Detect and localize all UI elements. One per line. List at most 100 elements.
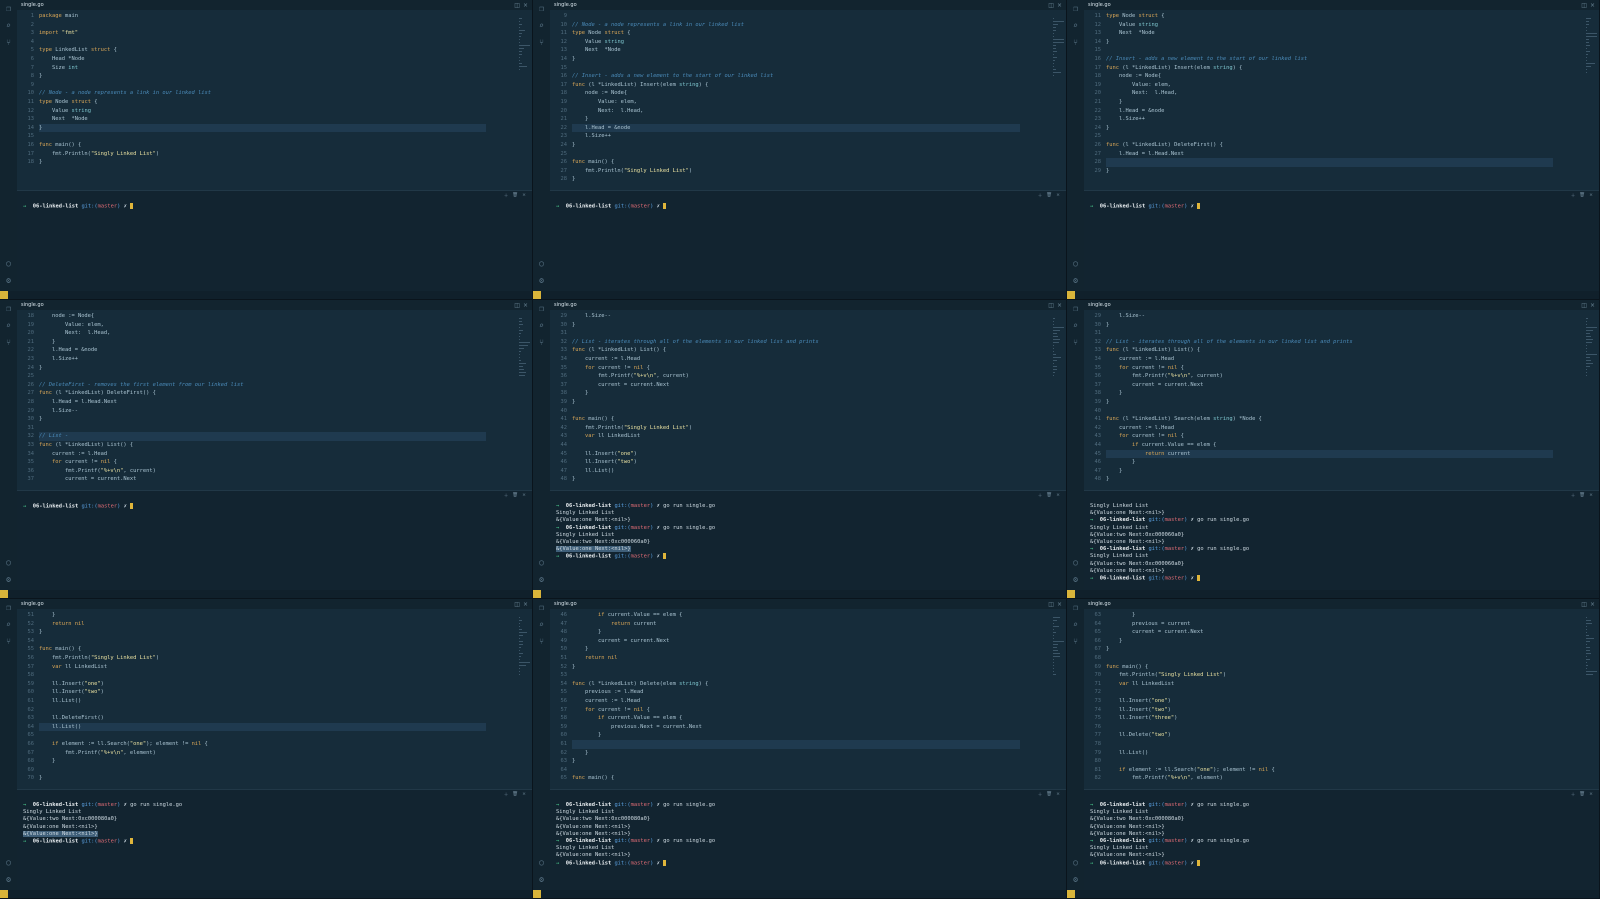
code-line[interactable]: // List - <box>39 432 486 441</box>
gear-icon[interactable]: ⚙ <box>539 276 544 285</box>
code-line[interactable]: var ll LinkedList <box>572 432 1050 441</box>
close-icon[interactable]: × <box>1057 2 1062 9</box>
split-icon[interactable]: ◫ <box>1048 601 1054 608</box>
code-line[interactable]: l.Head = l.Head.Next <box>39 398 516 407</box>
split-icon[interactable]: ◫ <box>1581 601 1587 608</box>
code-line[interactable]: return nil <box>572 654 1050 663</box>
remote-icon[interactable] <box>0 590 8 598</box>
code-line[interactable]: if element := ll.Search("one"); element … <box>39 740 516 749</box>
code-line[interactable]: func main() { <box>39 645 516 654</box>
code-editor[interactable]: 29 30 31 32 33 34 35 36 37 38 39 40 41 42 43 44 45 46 47 48… <box>1084 310 1599 490</box>
terminal-output[interactable]: → 06-linked-list git:(master) ✗ go run s… <box>550 500 1066 564</box>
remote-icon[interactable] <box>1067 291 1075 299</box>
code-line[interactable]: import "fmt" <box>39 29 516 38</box>
add-terminal-icon[interactable]: ＋ <box>1571 193 1576 199</box>
code-line[interactable]: Head *Node <box>39 55 516 64</box>
code-line[interactable]: ll.Insert("two") <box>1106 706 1583 715</box>
code-line[interactable]: Value: elem, <box>572 98 1050 107</box>
files-icon[interactable]: ❐ <box>1073 304 1078 313</box>
code-line[interactable]: if element := ll.Search("one"); element … <box>1106 766 1583 775</box>
tab-single-go[interactable]: single.go <box>1088 2 1111 8</box>
code-line[interactable]: l.Head = &node <box>39 346 516 355</box>
code-line[interactable]: func (l *LinkedList) DeleteFirst() { <box>39 389 516 398</box>
close-panel-icon[interactable]: × <box>522 193 526 198</box>
terminal-output[interactable]: → 06-linked-list git:(master) ✗ go run s… <box>550 799 1066 870</box>
close-panel-icon[interactable]: × <box>522 493 526 498</box>
code-line[interactable]: for current != nil { <box>572 706 1050 715</box>
code-line[interactable]: ll.Insert("two") <box>39 688 516 697</box>
search-icon[interactable]: ⌕ <box>1073 321 1078 330</box>
code-line[interactable]: node := Node{ <box>39 312 516 321</box>
code-line[interactable]: } <box>39 628 516 637</box>
trash-icon[interactable]: 🗑 <box>1046 792 1052 797</box>
close-panel-icon[interactable]: × <box>522 792 526 797</box>
code-line[interactable]: fmt.Printf("%+v\n", current) <box>572 372 1050 381</box>
code-line[interactable] <box>39 372 516 381</box>
code-line[interactable]: } <box>572 321 1050 330</box>
code-line[interactable]: } <box>572 175 1050 184</box>
code-line[interactable]: ll.Insert("one") <box>1106 697 1583 706</box>
code-line[interactable]: } <box>572 757 1050 766</box>
close-panel-icon[interactable]: × <box>1056 792 1060 797</box>
code-line[interactable]: Value string <box>1106 21 1583 30</box>
code-line[interactable] <box>572 739 1020 749</box>
close-icon[interactable]: × <box>1590 2 1595 9</box>
code-line[interactable]: func main() { <box>572 415 1050 424</box>
code-line[interactable]: if current.Value == elem { <box>1106 441 1583 450</box>
code-line[interactable] <box>1106 329 1583 338</box>
code-editor[interactable]: 18 19 20 21 22 23 24 25 26 27 28 29 30 31 32 33 34 35 36 37… <box>17 310 532 490</box>
minimap[interactable] <box>1583 312 1599 490</box>
code-line[interactable]: Value: elem, <box>1106 81 1583 90</box>
code-line[interactable] <box>572 64 1050 73</box>
code-line[interactable]: l.Size++ <box>1106 115 1583 124</box>
remote-icon[interactable] <box>0 890 8 898</box>
code-lines[interactable]: package main import "fmt" type LinkedLis… <box>39 12 516 190</box>
code-line[interactable]: current = current.Next <box>39 475 516 484</box>
code-line[interactable]: } <box>572 749 1050 758</box>
add-terminal-icon[interactable]: ＋ <box>504 193 509 199</box>
code-line[interactable]: } <box>39 415 516 424</box>
code-line[interactable]: current := l.Head <box>1106 355 1583 364</box>
add-terminal-icon[interactable]: ＋ <box>504 792 509 798</box>
close-panel-icon[interactable]: × <box>1589 792 1593 797</box>
code-line[interactable]: } <box>1106 475 1583 484</box>
minimap[interactable] <box>1050 12 1066 190</box>
code-line[interactable]: l.Size++ <box>572 132 1050 141</box>
code-line[interactable] <box>39 671 516 680</box>
code-line[interactable]: } <box>39 757 516 766</box>
close-icon[interactable]: × <box>1590 302 1595 309</box>
code-line[interactable]: // Node - a node represents a link in ou… <box>39 89 516 98</box>
gear-icon[interactable]: ⚙ <box>6 875 11 884</box>
close-panel-icon[interactable]: × <box>1589 193 1593 198</box>
split-icon[interactable]: ◫ <box>514 302 520 309</box>
code-line[interactable] <box>39 132 516 141</box>
files-icon[interactable]: ❐ <box>6 603 11 612</box>
gear-icon[interactable]: ⚙ <box>6 276 11 285</box>
code-line[interactable]: } <box>572 115 1050 124</box>
terminal-output[interactable]: → 06-linked-list git:(master) ✗ <box>17 200 532 214</box>
minimap[interactable] <box>516 12 532 190</box>
add-terminal-icon[interactable]: ＋ <box>504 493 509 499</box>
account-icon[interactable]: ◯ <box>539 558 544 567</box>
code-line[interactable] <box>1106 654 1583 663</box>
code-line[interactable]: for current != nil { <box>1106 432 1583 441</box>
code-line[interactable] <box>572 671 1050 680</box>
code-line[interactable]: func main() { <box>1106 663 1583 672</box>
minimap[interactable] <box>1583 611 1599 789</box>
account-icon[interactable]: ◯ <box>1073 858 1078 867</box>
terminal-output[interactable]: → 06-linked-list git:(master) ✗ go run s… <box>1084 799 1599 870</box>
code-line[interactable]: var ll LinkedList <box>1106 680 1583 689</box>
split-icon[interactable]: ◫ <box>1048 302 1054 309</box>
code-line[interactable]: } <box>39 364 516 373</box>
code-line[interactable] <box>572 766 1050 775</box>
code-line[interactable] <box>39 731 516 740</box>
code-line[interactable]: return current <box>1106 449 1553 459</box>
code-line[interactable] <box>39 38 516 47</box>
code-line[interactable]: } <box>1106 611 1583 620</box>
code-line[interactable]: func (l *LinkedList) List() { <box>1106 346 1583 355</box>
code-line[interactable]: type Node struct { <box>39 98 516 107</box>
code-line[interactable] <box>1106 740 1583 749</box>
code-line[interactable]: } <box>572 389 1050 398</box>
close-icon[interactable]: × <box>523 2 528 9</box>
code-line[interactable]: // Node - a node represents a link in ou… <box>572 21 1050 30</box>
